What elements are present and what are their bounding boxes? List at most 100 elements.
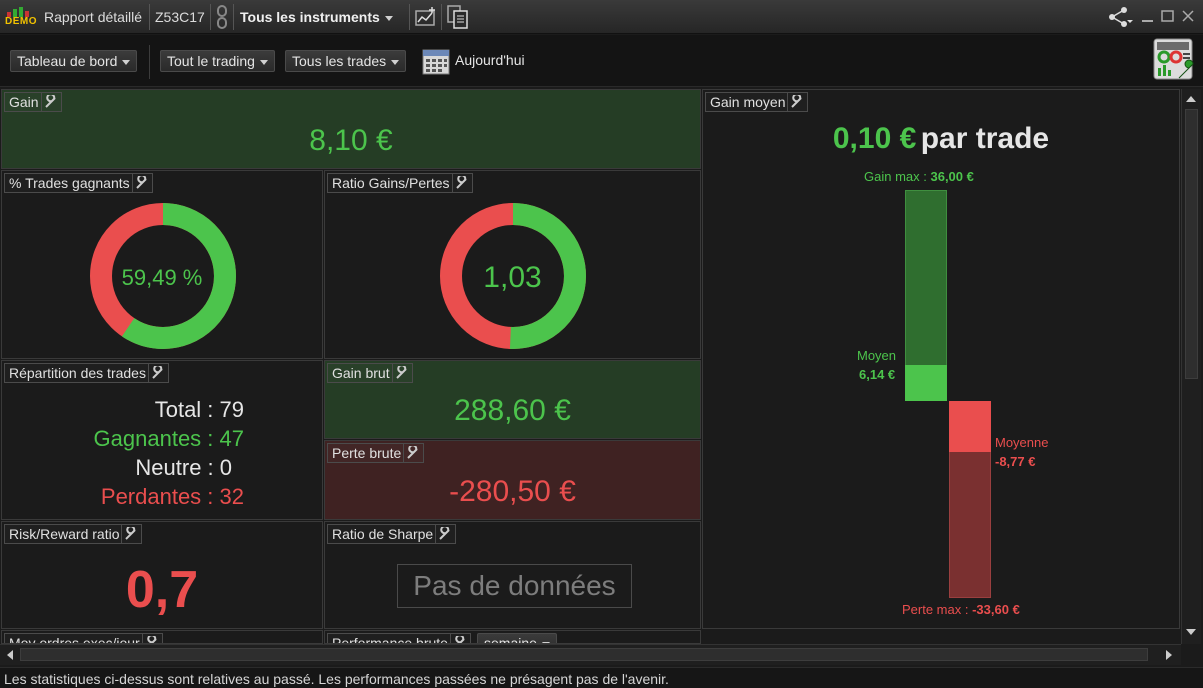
period-dropdown[interactable]: semaine [477,633,557,644]
demo-label: DEMO [5,16,37,27]
instruments-label: Tous les instruments [240,9,380,25]
wrench-icon[interactable] [451,173,472,193]
sharpe-panel: Ratio de Sharpe Pas de données [324,521,701,629]
losing-trades: Perdantes : 32 [100,484,244,509]
dashboard-dropdown[interactable]: Tableau de bord [10,50,138,72]
instruments-dropdown[interactable]: Tous les instruments [240,0,393,34]
wrench-icon[interactable] [131,173,152,193]
ratio-value: 1,03 [483,261,542,294]
period-label[interactable]: Aujourd'hui [455,52,525,68]
panel-title: Moy ordres exec/jour [4,633,163,643]
share-icon[interactable] [1107,6,1133,28]
average-loss-value: -8,77 € [995,454,1036,469]
max-loss-value: -33,60 € [972,602,1020,617]
risk-reward-value: 0,7 [125,561,199,619]
average-win-label: Moyen [857,348,897,363]
gross-gain-value: 288,60 € [454,394,571,427]
close-icon[interactable] [1180,8,1196,24]
wrench-icon[interactable] [449,633,470,643]
max-gain-label: Gain max : [864,169,927,184]
period-dropdown-label: semaine [484,635,537,644]
demo-logo: DEMO [4,5,37,29]
win-rate-panel: % Trades gagnants 59,49 % [1,170,323,359]
chevron-down-icon [122,59,131,65]
gross-performance-panel: Performance brute semaine [324,630,701,644]
dashboard-label: Tableau de bord [17,53,118,69]
performance-title: Performance brute [332,635,448,644]
average-loss-bar [949,401,991,452]
calendar-icon[interactable] [422,47,450,75]
wrench-icon[interactable] [787,92,807,112]
report-title: Rapport détaillé [44,9,143,25]
wrench-icon[interactable] [40,92,61,112]
average-loss-label: Moyenne [995,435,1049,450]
gross-loss-panel: Perte brute -280,50 € [324,440,701,520]
minimize-icon[interactable] [1140,8,1156,24]
horizontal-scrollbar[interactable] [0,644,1181,665]
trades-dropdown[interactable]: Tous les trades [285,50,407,72]
average-gain-panel: Gain moyen 0,10 € par trade Gain max : 3… [702,89,1180,629]
per-trade-label: par trade [920,122,1050,155]
win-rate-value: 59,49 % [121,265,203,290]
gain-value: 8,10 € [309,124,393,157]
panel-title: Gain moyen [705,92,809,112]
gross-gain-panel: Gain brut 288,60 € [324,360,701,439]
risk-reward-title: Risk/Reward ratio [9,526,120,542]
avg-orders-panel: Moy ordres exec/jour [1,630,323,644]
scroll-right-icon[interactable] [1160,646,1178,664]
wrench-icon[interactable] [435,524,455,544]
wrench-icon[interactable] [403,443,423,463]
trading-label: Tout le trading [167,53,255,69]
disclaimer-footer: Les statistiques ci-dessus sont relative… [0,667,1203,688]
trade-distribution-panel: Répartition des trades Total : 79 Gagnan… [1,360,323,520]
account-label[interactable]: Z53C17 [155,0,205,34]
neutral-trades: Neutre : 0 [135,455,232,480]
horizontal-scroll-thumb[interactable] [20,648,1148,661]
panel-title: Ratio de Sharpe [327,524,457,544]
gross-loss-title: Perte brute [332,445,402,461]
panel-title: Gain brut [327,363,413,383]
wrench-icon[interactable] [121,524,141,544]
vertical-scroll-thumb[interactable] [1185,109,1198,379]
maximize-icon[interactable] [1160,8,1176,24]
gross-loss-value: -280,50 € [449,475,576,508]
gain-panel: Gain 8,10 € [1,89,701,169]
toolbar: Tableau de bord Tout le trading Tous les… [0,35,1203,87]
panel-title: Risk/Reward ratio [4,524,143,544]
average-win-bar [905,365,947,401]
title-bar: DEMO Rapport détaillé Z53C17 Tous les in… [0,0,1203,34]
vertical-scrollbar[interactable] [1181,89,1201,644]
no-data-placeholder: Pas de données [397,564,632,608]
gross-gain-title: Gain brut [332,365,390,381]
copy-document-icon[interactable] [447,0,469,34]
total-trades: Total : 79 [154,397,244,422]
panel-title: Performance brute [327,633,471,644]
risk-reward-panel: Risk/Reward ratio 0,7 [1,521,323,629]
winning-trades: Gagnantes : 47 [93,426,244,451]
scroll-up-icon[interactable] [1182,90,1200,108]
trading-dropdown[interactable]: Tout le trading [160,50,275,72]
wrench-icon[interactable] [391,363,412,383]
link-icon[interactable] [216,0,230,34]
panel-title: Répartition des trades [4,363,169,383]
scroll-left-icon[interactable] [1,646,19,664]
max-gain-caption: Gain max : 36,00 € [864,169,974,184]
panel-title: Ratio Gains/Pertes [327,173,473,193]
scroll-down-icon[interactable] [1182,623,1200,641]
dashboard-settings-icon[interactable] [1153,38,1195,82]
max-loss-caption: Perte max : -33,60 € [902,602,1020,617]
chevron-down-icon [259,59,268,65]
panel-title: Perte brute [327,443,425,463]
average-gain-title: Gain moyen [710,94,786,110]
trades-label: Tous les trades [292,53,387,69]
gain-title: Gain [9,94,39,110]
distribution-title: Répartition des trades [9,365,146,381]
wrench-icon[interactable] [147,363,168,383]
add-chart-icon[interactable] [415,0,437,34]
ratio-panel: Ratio Gains/Pertes 1,03 [324,170,701,359]
ratio-title: Ratio Gains/Pertes [332,175,450,191]
wrench-icon[interactable] [141,633,162,643]
average-gain-headline: 0,10 € par trade [703,122,1179,156]
chevron-down-icon [384,15,393,21]
win-rate-title: % Trades gagnants [9,175,130,191]
